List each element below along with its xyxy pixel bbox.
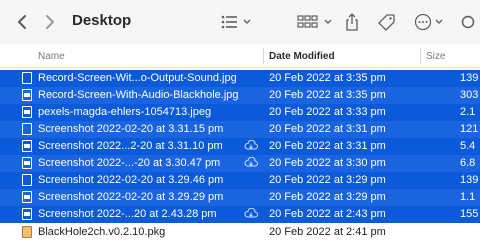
- file-name: Record-Screen-With-Audio-Blackhole.jpg: [38, 89, 239, 101]
- file-name: BlackHole2ch.v0.2.10.pkg: [38, 226, 166, 238]
- file-row[interactable]: Record-Screen-With-Audio-Blackhole.jpg 2…: [0, 87, 480, 104]
- list-view-icon: [221, 15, 251, 29]
- file-date: 20 Feb 2022 at 3:35 pm: [269, 72, 386, 84]
- tag-icon: [378, 14, 395, 31]
- file-date: 20 Feb 2022 at 3:31 pm: [269, 140, 386, 152]
- window-title: Desktop: [72, 12, 132, 29]
- file-date: 20 Feb 2022 at 2:41 pm: [269, 226, 386, 238]
- file-size: 303: [460, 89, 479, 101]
- file-date: 20 Feb 2022 at 3:33 pm: [269, 106, 386, 118]
- file-date: 20 Feb 2022 at 2:43 pm: [269, 208, 386, 220]
- file-date: 20 Feb 2022 at 3:31 pm: [269, 123, 386, 135]
- screenshot-file-icon: [22, 208, 32, 220]
- search-button[interactable]: [458, 9, 478, 35]
- more-actions-button[interactable]: [412, 9, 448, 35]
- file-size: 2.1: [460, 106, 476, 118]
- more-icon: [414, 13, 443, 31]
- screenshot-file-icon: [22, 140, 32, 152]
- grid-view-icon: [297, 15, 332, 28]
- finder-toolbar: Desktop: [0, 0, 480, 44]
- file-name: Screenshot 2022-02-20 at 3.29.29 pm: [38, 191, 224, 203]
- column-header: Name Date Modified Size: [0, 44, 480, 68]
- view-options-button[interactable]: [218, 9, 260, 35]
- file-name: Screenshot 2022-02-20 at 3.29.46 pm: [38, 174, 224, 186]
- screenshot-file-icon: [22, 123, 32, 135]
- package-file-icon: [22, 226, 32, 238]
- group-button[interactable]: [295, 9, 339, 35]
- cloud-download-icon[interactable]: [244, 156, 258, 171]
- file-size: 5.4: [460, 140, 476, 152]
- column-name[interactable]: Name: [38, 51, 65, 62]
- file-size: 139: [460, 174, 479, 186]
- back-button[interactable]: [12, 9, 32, 35]
- file-row[interactable]: Screenshot 2022-02-20 at 3.29.29 pm 20 F…: [0, 189, 480, 206]
- screenshot-file-icon: [22, 157, 32, 169]
- cloud-download-icon[interactable]: [244, 207, 258, 222]
- chevron-right-icon: [46, 15, 54, 29]
- column-divider[interactable]: [420, 48, 421, 64]
- column-size[interactable]: Size: [426, 51, 445, 62]
- file-row[interactable]: Screenshot 2022-02-20 at 3.31.15 pm 20 F…: [0, 121, 480, 138]
- file-name: Screenshot 2022-...20 at 2.43.28 pm: [38, 208, 217, 220]
- screenshot-file-icon: [22, 191, 32, 203]
- column-date-modified[interactable]: Date Modified: [269, 51, 335, 62]
- file-row[interactable]: Screenshot 2022-02-20 at 3.29.46 pm 20 F…: [0, 172, 480, 189]
- file-name: Screenshot 2022-02-20 at 3.31.15 pm: [38, 123, 224, 135]
- file-name: Screenshot 2022-...-20 at 3.30.47 pm: [38, 157, 221, 169]
- file-date: 20 Feb 2022 at 3:30 pm: [269, 157, 386, 169]
- share-icon: [346, 13, 358, 31]
- chevron-left-icon: [18, 15, 26, 29]
- file-name: Record-Screen-Wit...o-Output-Sound.jpg: [38, 72, 237, 84]
- share-button[interactable]: [342, 9, 362, 35]
- file-row[interactable]: Record-Screen-Wit...o-Output-Sound.jpg 2…: [0, 70, 480, 87]
- file-size: 139: [460, 72, 479, 84]
- forward-button[interactable]: [40, 9, 60, 35]
- file-row[interactable]: BlackHole2ch.v0.2.10.pkg 20 Feb 2022 at …: [0, 224, 480, 240]
- image-file-icon: [22, 89, 32, 101]
- file-row[interactable]: Screenshot 2022-...-20 at 3.30.47 pm 20 …: [0, 155, 480, 172]
- file-row[interactable]: Screenshot 2022-...20 at 2.43.28 pm 20 F…: [0, 206, 480, 223]
- file-list: Record-Screen-Wit...o-Output-Sound.jpg 2…: [0, 68, 480, 240]
- file-name: pexels-magda-ehlers-1054713.jpeg: [38, 106, 212, 118]
- screenshot-file-icon: [22, 174, 32, 186]
- image-file-icon: [22, 72, 32, 84]
- tag-button[interactable]: [376, 9, 398, 35]
- file-row[interactable]: Screenshot 2022...2-20 at 3.31.10 pm 20 …: [0, 138, 480, 155]
- column-divider[interactable]: [263, 48, 264, 64]
- file-date: 20 Feb 2022 at 3:35 pm: [269, 89, 386, 101]
- file-row[interactable]: pexels-magda-ehlers-1054713.jpeg 20 Feb …: [0, 104, 480, 121]
- file-date: 20 Feb 2022 at 3:29 pm: [269, 174, 386, 186]
- image-file-icon: [22, 106, 32, 118]
- search-icon: [461, 15, 475, 29]
- file-size: 1.1: [460, 191, 476, 203]
- file-size: 6.8: [460, 157, 476, 169]
- cloud-download-icon[interactable]: [244, 139, 258, 154]
- file-name: Screenshot 2022...2-20 at 3.31.10 pm: [38, 140, 223, 152]
- file-size: 121: [460, 123, 479, 135]
- file-date: 20 Feb 2022 at 3:29 pm: [269, 191, 386, 203]
- file-size: 155: [460, 208, 479, 220]
